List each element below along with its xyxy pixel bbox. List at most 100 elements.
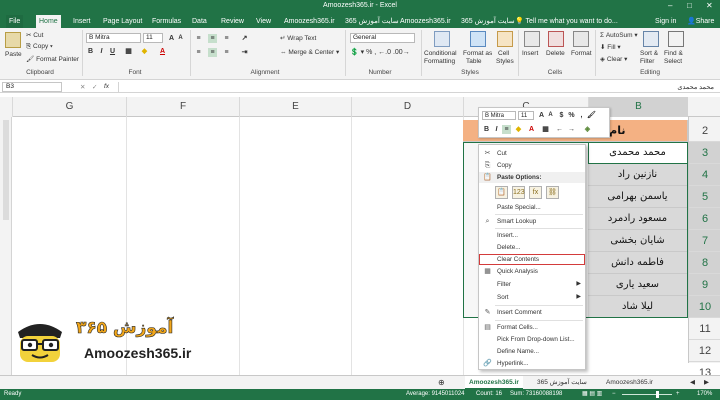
add-sheet-icon[interactable]: ⊕ bbox=[434, 376, 449, 390]
paste-icon[interactable]: 📋 bbox=[495, 186, 508, 199]
column-header-e[interactable]: E bbox=[239, 97, 351, 117]
number-buttons[interactable]: 💲 ▾ % , ←.0 .00→ bbox=[350, 48, 410, 56]
menu-item-delete[interactable]: Delete... bbox=[479, 242, 585, 253]
row-header[interactable]: 8 bbox=[689, 252, 720, 274]
scroll-tabs-right-icon[interactable]: ▶ bbox=[700, 376, 713, 390]
tab-site-1[interactable]: سایت آموزش 365 bbox=[342, 15, 402, 28]
row-header[interactable]: 4 bbox=[689, 164, 720, 186]
scroll-thumb[interactable] bbox=[3, 120, 9, 220]
menu-item-pick-from-list[interactable]: Pick From Drop-down List... bbox=[479, 334, 585, 345]
mini-currency-icon[interactable]: $ bbox=[557, 111, 566, 120]
format-cells-icon[interactable] bbox=[573, 31, 589, 47]
row-header[interactable]: 9 bbox=[689, 274, 720, 296]
active-cell-b3[interactable]: محمد محمدی bbox=[588, 142, 688, 164]
zoom-out-icon[interactable]: − bbox=[612, 389, 616, 400]
sort-filter-icon[interactable] bbox=[643, 31, 659, 47]
sheet-tab-amoozesh-active[interactable]: Amoozesh365.ir bbox=[465, 376, 523, 390]
name-cell[interactable]: شایان بخشی bbox=[588, 230, 688, 252]
delete-cells-label[interactable]: Delete bbox=[546, 50, 565, 57]
mini-clear-icon[interactable]: ◈ bbox=[583, 125, 592, 134]
tab-file[interactable]: File bbox=[6, 15, 24, 28]
cancel-icon[interactable]: ✕ bbox=[80, 83, 85, 91]
menu-item-clear-contents[interactable]: Clear Contents bbox=[479, 254, 585, 265]
tab-site-2[interactable]: سایت آموزش 365 bbox=[458, 15, 518, 28]
format-as-table-label-2[interactable]: Table bbox=[466, 58, 482, 65]
cell-styles-label-2[interactable]: Styles bbox=[496, 58, 514, 65]
sort-filter-label-2[interactable]: Filter bbox=[640, 58, 654, 65]
mini-comma-icon[interactable]: , bbox=[577, 111, 586, 120]
tab-home[interactable]: Home bbox=[36, 15, 61, 28]
format-as-table-label-1[interactable]: Format as bbox=[463, 50, 492, 57]
shrink-font-icon[interactable]: A bbox=[176, 34, 185, 43]
cell-styles-label-1[interactable]: Cell bbox=[498, 50, 509, 57]
mini-font-color-icon[interactable]: A bbox=[527, 125, 536, 134]
format-painter-button[interactable]: 🖌 Format Painter bbox=[26, 55, 79, 63]
mini-size-combo[interactable]: 11 bbox=[518, 111, 534, 120]
mini-fill-color-icon[interactable]: ◆ bbox=[514, 125, 523, 134]
name-box[interactable]: B3 bbox=[2, 82, 62, 92]
fill-button[interactable]: ⬇ Fill ▾ bbox=[600, 43, 621, 51]
zoom-level[interactable]: 170% bbox=[697, 389, 712, 400]
menu-item-copy[interactable]: ⎘ Copy bbox=[479, 160, 585, 171]
paste-icon[interactable] bbox=[5, 32, 21, 48]
menu-item-format-cells[interactable]: ▤ Format Cells... bbox=[479, 322, 585, 333]
align-left-icon[interactable]: ≡ bbox=[194, 48, 203, 57]
wrap-text-button[interactable]: ↵ Wrap Text bbox=[280, 34, 316, 42]
zoom-in-icon[interactable]: + bbox=[676, 389, 680, 400]
orientation-icon[interactable]: ↗ bbox=[240, 34, 249, 43]
name-cell[interactable]: سعید یاری bbox=[588, 274, 688, 296]
menu-item-insert-comment[interactable]: ✎ Insert Comment bbox=[479, 307, 585, 318]
underline-icon[interactable]: U bbox=[108, 47, 117, 56]
name-cell[interactable]: یاسمن بهرامی bbox=[588, 186, 688, 208]
menu-item-filter[interactable]: Filter ▶ bbox=[479, 279, 585, 290]
row-header[interactable]: 7 bbox=[689, 230, 720, 252]
number-format-combo[interactable]: General bbox=[350, 33, 415, 43]
tab-amoozesh-2[interactable]: Amoozesh365.ir bbox=[397, 15, 454, 28]
menu-item-sort[interactable]: Sort ▶ bbox=[479, 292, 585, 303]
conditional-formatting-label-1[interactable]: Conditional bbox=[424, 50, 457, 57]
mini-decrease-decimal-icon[interactable]: ← bbox=[555, 125, 564, 134]
copy-button[interactable]: ⎘ Copy ▾ bbox=[26, 43, 53, 51]
name-cell[interactable]: فاطمه دانش bbox=[588, 252, 688, 274]
insert-cells-icon[interactable] bbox=[524, 31, 540, 47]
format-cells-label[interactable]: Format bbox=[571, 50, 592, 57]
paste-values-icon[interactable]: 123 bbox=[512, 186, 525, 199]
paste-formulas-icon[interactable]: fx bbox=[529, 186, 542, 199]
close-button[interactable]: ✕ bbox=[706, 1, 713, 10]
clear-button[interactable]: ◈ Clear ▾ bbox=[600, 55, 627, 63]
row-header[interactable]: 6 bbox=[689, 208, 720, 230]
font-color-icon[interactable]: A bbox=[158, 47, 167, 56]
autosum-button[interactable]: Σ AutoSum ▾ bbox=[600, 31, 638, 39]
zoom-slider[interactable] bbox=[622, 394, 672, 395]
mini-format-painter-icon[interactable]: 🖌 bbox=[587, 111, 596, 120]
name-cell[interactable]: مسعود رادمرد bbox=[588, 208, 688, 230]
column-header-g[interactable]: G bbox=[12, 97, 126, 117]
tab-formulas[interactable]: Formulas bbox=[149, 15, 184, 28]
mini-increase-decimal-icon[interactable]: → bbox=[567, 125, 576, 134]
zoom-slider-thumb[interactable] bbox=[656, 391, 659, 398]
minimize-button[interactable]: – bbox=[668, 1, 672, 10]
format-as-table-icon[interactable] bbox=[470, 31, 486, 47]
mini-grow-font-icon[interactable]: A bbox=[537, 111, 546, 120]
find-select-label-2[interactable]: Select bbox=[664, 58, 682, 65]
menu-item-paste-special[interactable]: Paste Special... bbox=[479, 202, 585, 213]
sign-in-link[interactable]: Sign in bbox=[652, 15, 679, 28]
sort-filter-label-1[interactable]: Sort & bbox=[640, 50, 658, 57]
scroll-tabs-left-icon[interactable]: ◀ bbox=[686, 376, 699, 390]
fill-color-icon[interactable]: ◆ bbox=[140, 47, 149, 56]
name-cell[interactable]: لیلا شاد bbox=[588, 296, 688, 318]
mini-center-icon[interactable]: ≡ bbox=[502, 125, 511, 134]
align-top-icon[interactable]: ≡ bbox=[194, 34, 203, 43]
borders-icon[interactable]: ▦ bbox=[124, 47, 133, 56]
indent-icon[interactable]: ⇥ bbox=[240, 48, 249, 57]
formula-input[interactable] bbox=[118, 82, 714, 92]
conditional-formatting-label-2[interactable]: Formatting bbox=[424, 58, 455, 65]
tab-insert[interactable]: Insert bbox=[70, 15, 94, 28]
mini-borders-icon[interactable]: ▦ bbox=[541, 125, 550, 134]
menu-item-cut[interactable]: ✂ Cut bbox=[479, 148, 585, 159]
mini-percent-icon[interactable]: % bbox=[567, 111, 576, 120]
mini-bold-icon[interactable]: B bbox=[482, 125, 491, 134]
tab-review[interactable]: Review bbox=[218, 15, 247, 28]
menu-item-define-name[interactable]: Define Name... bbox=[479, 346, 585, 357]
italic-icon[interactable]: I bbox=[97, 47, 106, 56]
